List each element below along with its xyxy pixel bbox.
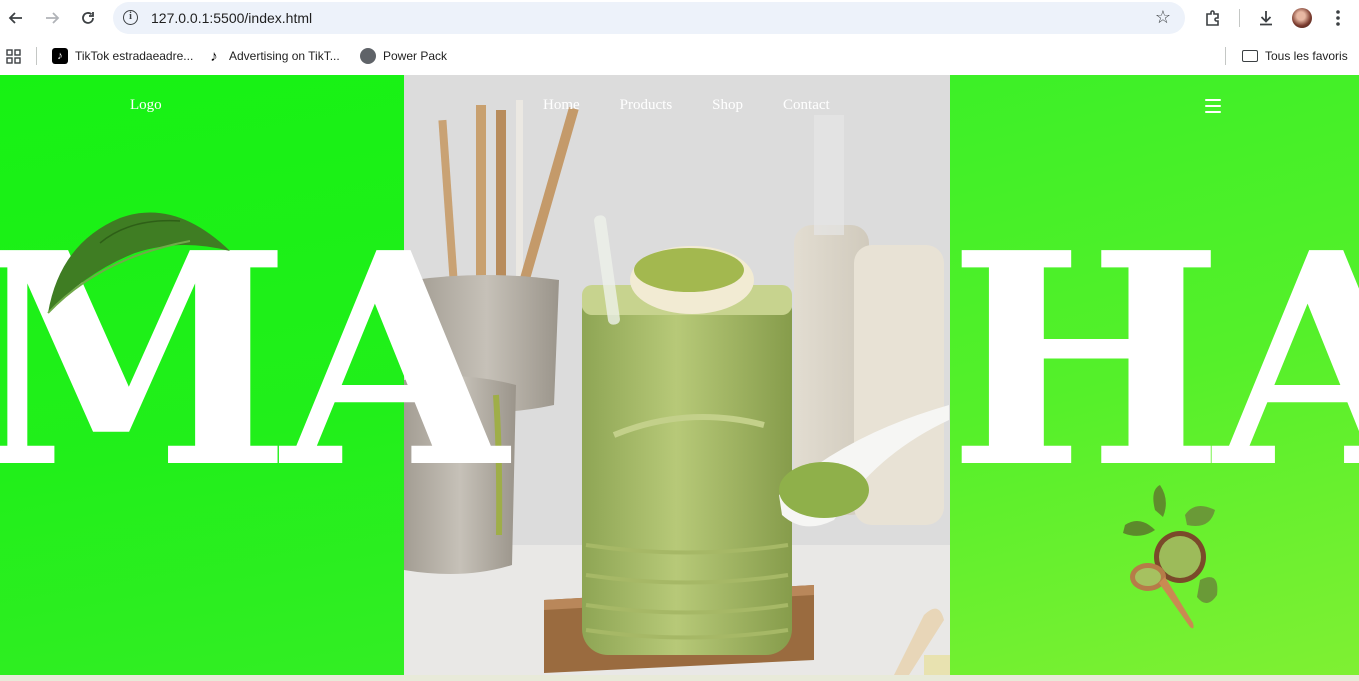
nav-shop[interactable]: Shop <box>712 97 743 114</box>
apps-grid-icon <box>6 48 21 64</box>
reload-icon <box>82 12 94 24</box>
browser-menu-button[interactable] <box>1328 7 1348 29</box>
site-nav: Logo Home Products Shop Contact <box>0 95 1359 119</box>
arrow-left-icon <box>8 12 22 24</box>
extensions-button[interactable] <box>1202 7 1224 29</box>
tea-leaf-image <box>47 212 230 314</box>
bookmark-power-pack[interactable]: Power Pack <box>360 47 447 65</box>
reload-button[interactable] <box>77 7 99 29</box>
browser-toolbar: i 127.0.0.1:5500/index.html ☆ <box>0 0 1359 37</box>
avatar[interactable] <box>1292 8 1312 28</box>
tiktok-icon: ♪ <box>52 48 68 64</box>
star-icon[interactable]: ☆ <box>1155 7 1171 28</box>
forward-button[interactable] <box>41 7 63 29</box>
bookmarks-bar: ♪ TikTok estradaeadre... ♪ Advertising o… <box>0 37 1359 75</box>
bookmark-advertising-tiktok[interactable]: ♪ Advertising on TikT... <box>206 47 340 65</box>
main-menu: Home Products Shop Contact <box>543 97 870 114</box>
bookmark-label: TikTok estradaeadre... <box>75 49 194 63</box>
globe-icon <box>360 48 376 64</box>
bookmarks-divider <box>36 47 37 65</box>
all-bookmarks-button[interactable]: Tous les favoris <box>1242 47 1348 65</box>
hamburger-menu-icon[interactable] <box>1205 99 1221 113</box>
matcha-bowl-leaves-image <box>1123 485 1218 629</box>
toolbar-divider <box>1239 9 1240 27</box>
nav-home[interactable]: Home <box>543 97 580 114</box>
url-text[interactable]: 127.0.0.1:5500/index.html <box>151 10 312 26</box>
hero-word-right: HA <box>948 189 1359 532</box>
apps-button[interactable] <box>6 47 21 65</box>
page-bottom-edge <box>0 675 1359 681</box>
bookmarks-divider <box>1225 47 1226 65</box>
download-icon <box>1260 11 1272 26</box>
bookmark-label: Power Pack <box>383 49 448 63</box>
info-icon[interactable]: i <box>123 10 138 25</box>
nav-products[interactable]: Products <box>620 97 673 114</box>
tiktok-icon: ♪ <box>210 47 218 65</box>
bookmark-tiktok-estrada[interactable]: ♪ TikTok estradaeadre... <box>52 47 193 65</box>
bookmark-label: Advertising on TikT... <box>229 49 340 63</box>
back-button[interactable] <box>5 7 27 29</box>
vertical-dots-icon <box>1336 10 1340 26</box>
all-bookmarks-label: Tous les favoris <box>1265 49 1348 63</box>
puzzle-icon <box>1206 10 1219 26</box>
site-logo[interactable]: Logo <box>130 97 162 114</box>
arrow-right-icon <box>46 12 60 24</box>
page-viewport: MA HA Logo Home Products Shop Contact <box>0 75 1359 675</box>
folder-icon <box>1242 50 1258 62</box>
address-bar[interactable]: i 127.0.0.1:5500/index.html ☆ <box>113 2 1185 34</box>
downloads-button[interactable] <box>1255 7 1277 29</box>
nav-contact[interactable]: Contact <box>783 97 830 114</box>
